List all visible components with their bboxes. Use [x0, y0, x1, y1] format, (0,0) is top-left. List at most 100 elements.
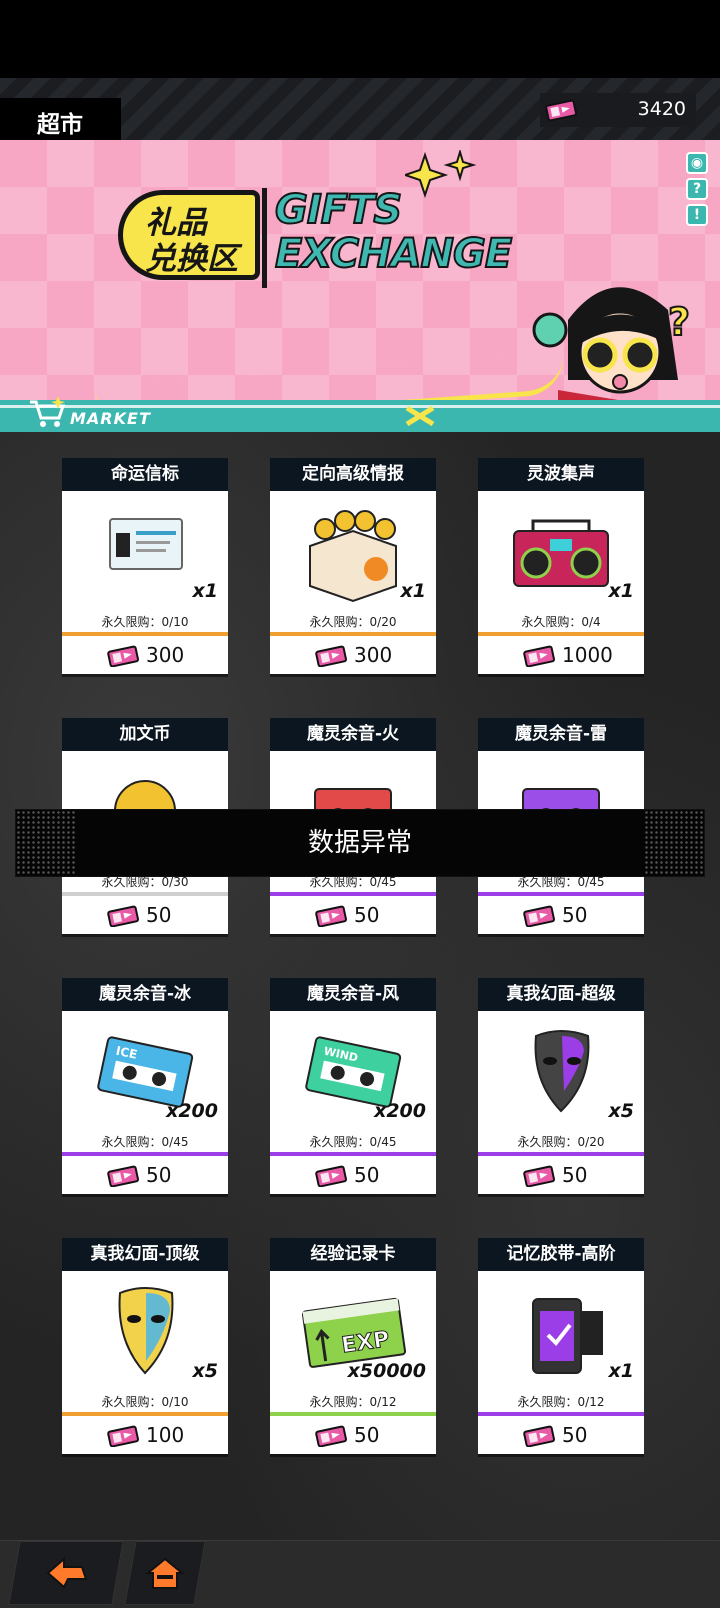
price-value: 50 [354, 903, 380, 927]
item-price: 50 [270, 1158, 436, 1192]
item-price: 1000 [478, 638, 644, 672]
back-button[interactable] [8, 1541, 124, 1605]
pink-ticket-icon [107, 645, 139, 667]
purchase-limit: 永久限购：0/10 [101, 1395, 189, 1409]
item-quantity: x5 [192, 1360, 218, 1382]
item-name: 定向高级情报 [270, 458, 436, 491]
item-name: 加文币 [62, 718, 228, 751]
rarity-bar [270, 1152, 436, 1156]
price-value: 50 [146, 903, 172, 927]
purchase-limit: 永久限购：0/45 [309, 1135, 397, 1149]
item-name: 记忆胶带-高阶 [478, 1238, 644, 1271]
pink-ticket-icon [523, 645, 555, 667]
item-name: 真我幻面-超级 [478, 978, 644, 1011]
cart-icon [30, 396, 66, 427]
item-card[interactable]: 魔灵余音-冰 ICE x200 永久限购：0/45 50 [62, 978, 228, 1194]
item-quantity: x50000 [347, 1360, 426, 1382]
item-name: 命运信标 [62, 458, 228, 491]
pink-ticket-icon [315, 1425, 347, 1447]
item-quantity: x200 [166, 1100, 218, 1122]
page-title: 超市 [0, 98, 121, 140]
item-card[interactable]: 定向高级情报 x1 永久限购：0/20 300 [270, 458, 436, 674]
purchase-limit: 永久限购：0/12 [309, 1395, 397, 1409]
item-price: 300 [62, 638, 228, 672]
pink-ticket-icon [315, 905, 347, 927]
rarity-bar [478, 632, 644, 636]
item-name: 经验记录卡 [270, 1238, 436, 1271]
price-value: 1000 [562, 643, 613, 667]
pink-ticket-icon [523, 905, 555, 927]
item-card[interactable]: 魔灵余音-风 WIND x200 永久限购：0/45 50 [270, 978, 436, 1194]
price-value: 300 [354, 643, 393, 667]
banner-en-title: GIFTS EXCHANGE [262, 187, 522, 288]
purchase-limit: 永久限购：0/12 [517, 1395, 605, 1409]
pink-ticket-icon [315, 645, 347, 667]
item-card[interactable]: 真我幻面-超级 x5 永久限购：0/20 50 [478, 978, 644, 1194]
item-price: 50 [270, 1418, 436, 1452]
price-value: 300 [146, 643, 185, 667]
top-bar: 超市 3420 [0, 78, 720, 140]
purchase-limit: 永久限购：0/45 [101, 1135, 189, 1149]
item-price: 50 [478, 1418, 644, 1452]
item-name: 灵波集声 [478, 458, 644, 491]
banner-side-buttons: ◉ ? ! [686, 152, 708, 230]
purchase-limit: 永久限购：0/20 [517, 1135, 605, 1149]
banner-en-line2: EXCHANGE [274, 231, 513, 277]
price-value: 50 [562, 903, 588, 927]
banner-bottom-strip: MARKET [0, 396, 720, 432]
item-price: 100 [62, 1418, 228, 1452]
pink-ticket-icon [107, 905, 139, 927]
item-card[interactable]: 命运信标 x1 永久限购：0/10 300 [62, 458, 228, 674]
price-value: 50 [354, 1163, 380, 1187]
banner-cn-line2: 兑换区 [145, 241, 238, 277]
rarity-bar [62, 1152, 228, 1156]
item-price: 50 [478, 898, 644, 932]
pink-ticket-icon [523, 1165, 555, 1187]
shop-screen: 超市 3420 礼品 兑换区 GIFTS EXCHANGE ◉ ? ! ? MA… [0, 0, 720, 1608]
rarity-bar [270, 1412, 436, 1416]
back-arrow-icon [46, 1556, 88, 1589]
item-quantity: x1 [192, 580, 218, 602]
item-name: 真我幻面-顶级 [62, 1238, 228, 1271]
bottom-nav [0, 1540, 720, 1608]
item-name: 魔灵余音-冰 [62, 978, 228, 1011]
error-banner: 数据异常 [16, 810, 704, 876]
item-name: 魔灵余音-雷 [478, 718, 644, 751]
question-icon[interactable]: ? [686, 178, 708, 200]
item-card[interactable]: 真我幻面-顶级 x5 永久限购：0/10 100 [62, 1238, 228, 1454]
exclamation-icon[interactable]: ! [686, 204, 708, 226]
item-quantity: x1 [400, 580, 426, 602]
item-price: 50 [270, 898, 436, 932]
status-bar [0, 0, 720, 78]
bunny-icon[interactable]: ◉ [686, 152, 708, 174]
pink-ticket-icon [523, 1425, 555, 1447]
price-value: 50 [562, 1423, 588, 1447]
market-label: MARKET [70, 409, 151, 428]
banner-cn-title: 礼品 兑换区 [118, 190, 260, 280]
currency-display[interactable]: 3420 [540, 93, 696, 127]
price-value: 50 [562, 1163, 588, 1187]
currency-amount: 3420 [637, 98, 686, 120]
item-price: 50 [478, 1158, 644, 1192]
item-card[interactable]: 经验记录卡 EXP x50000 永久限购：0/12 50 [270, 1238, 436, 1454]
price-value: 50 [146, 1163, 172, 1187]
rarity-bar [478, 1152, 644, 1156]
rarity-bar [62, 632, 228, 636]
banner-cn-line1: 礼品 [145, 205, 207, 241]
purchase-limit: 永久限购：0/10 [101, 615, 189, 629]
home-button[interactable] [124, 1541, 206, 1605]
item-quantity: x1 [608, 580, 634, 602]
purchase-limit: 永久限购：0/20 [309, 615, 397, 629]
item-card[interactable]: 记忆胶带-高阶 x1 永久限购：0/12 50 [478, 1238, 644, 1454]
item-price: 50 [62, 898, 228, 932]
item-quantity: x200 [374, 1100, 426, 1122]
purchase-limit: 永久限购：0/4 [521, 615, 601, 629]
pink-ticket-icon [107, 1425, 139, 1447]
item-card[interactable]: 灵波集声 x1 永久限购：0/4 1000 [478, 458, 644, 674]
item-price: 300 [270, 638, 436, 672]
price-value: 50 [354, 1423, 380, 1447]
price-value: 100 [146, 1423, 185, 1447]
x-marker-icon [405, 406, 435, 426]
error-message: 数据异常 [307, 828, 412, 858]
pink-ticket-icon [107, 1165, 139, 1187]
